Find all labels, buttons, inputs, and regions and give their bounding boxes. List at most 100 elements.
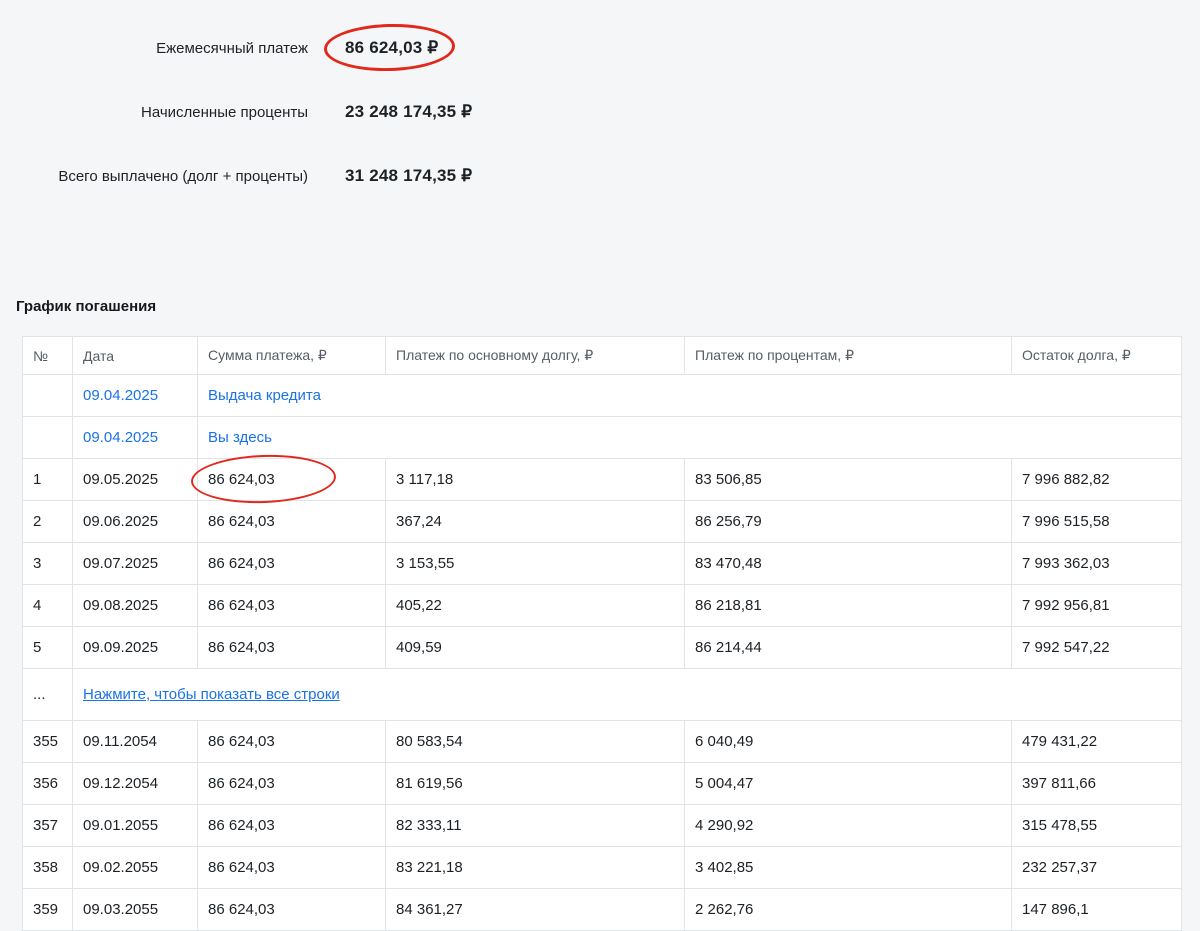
row-principal: 3 117,18 [385, 458, 685, 501]
summary-label-monthly-payment: Ежемесячный платеж [156, 39, 308, 57]
row-number: 5 [22, 626, 73, 669]
column-header-date: Дата [72, 336, 198, 375]
row-date: 09.01.2055 [72, 804, 198, 847]
row-date: 09.06.2025 [72, 500, 198, 543]
row-payment: 86 624,03 [197, 720, 386, 763]
expand-link-cell: Нажмите, чтобы показать все строки [72, 668, 1182, 721]
row-principal: 82 333,11 [385, 804, 685, 847]
annotated-value-wrap: 86 624,03 ₽ [323, 22, 456, 73]
row-interest: 83 470,48 [684, 542, 1012, 585]
row-balance: 7 992 547,22 [1011, 626, 1182, 669]
row-interest: 86 214,44 [684, 626, 1012, 669]
schedule-body: 09.04.2025 Выдача кредита 09.04.2025 Вы зде… [22, 374, 1182, 931]
schedule-row: 356 09.12.2054 86 624,03 81 619,56 5 004,47 3… [22, 762, 1182, 805]
row-principal: 367,24 [385, 500, 685, 543]
summary-value-total-paid-cell: 31 248 174,35 ₽ [345, 166, 1181, 186]
row-balance: 147 896,1 [1011, 888, 1182, 931]
annotated-value-wrap: 86 624,03 [190, 452, 337, 506]
row-payment: 86 624,03 [197, 584, 386, 627]
schedule-row: 4 09.08.2025 86 624,03 405,22 86 218,81 7 992… [22, 584, 1182, 627]
column-header-balance: Остаток долга, ₽ [1011, 336, 1182, 375]
row-number: 356 [22, 762, 73, 805]
row-principal: 409,59 [385, 626, 685, 669]
schedule-row: 5 09.09.2025 86 624,03 409,59 86 214,44 7 992… [22, 626, 1182, 669]
show-all-rows-link[interactable]: Нажмите, чтобы показать все строки [83, 686, 340, 703]
row-balance: 232 257,37 [1011, 846, 1182, 889]
schedule-row: 355 09.11.2054 86 624,03 80 583,54 6 040,49 4… [22, 720, 1182, 763]
row-balance: 7 996 515,58 [1011, 500, 1182, 543]
summary-value-accrued-interest-cell: 23 248 174,35 ₽ [345, 102, 1181, 122]
summary-section: Ежемесячный платеж 86 624,03 ₽ Начисленн… [15, 16, 1181, 208]
date-link[interactable]: 09.04.2025 [83, 387, 158, 404]
row-principal: 84 361,27 [385, 888, 685, 931]
row-number: 357 [22, 804, 73, 847]
column-header-number: № [22, 336, 73, 375]
row-number [22, 416, 73, 459]
expand-ellipsis: ... [22, 668, 73, 721]
row-payment: 86 624,03 [197, 804, 386, 847]
row-date: 09.03.2055 [72, 888, 198, 931]
row-interest: 86 256,79 [684, 500, 1012, 543]
row-balance: 479 431,22 [1011, 720, 1182, 763]
special-label-cell: Выдача кредита [197, 374, 1182, 417]
row-balance: 7 996 882,82 [1011, 458, 1182, 501]
row-date: 09.12.2054 [72, 762, 198, 805]
summary-value-accrued-interest: 23 248 174,35 ₽ [345, 102, 473, 121]
row-payment: 86 624,03 [197, 542, 386, 585]
schedule-row: 2 09.06.2025 86 624,03 367,24 86 256,79 7 996… [22, 500, 1182, 543]
row-date: 09.07.2025 [72, 542, 198, 585]
row-payment: 86 624,03 [197, 888, 386, 931]
row-interest: 3 402,85 [684, 846, 1012, 889]
summary-value-monthly-payment-cell: 86 624,03 ₽ [323, 22, 1181, 73]
schedule-row: 1 09.05.2025 86 624,03 3 117,18 83 506,85 7 9… [22, 452, 1182, 506]
row-principal: 3 153,55 [385, 542, 685, 585]
row-principal: 81 619,56 [385, 762, 685, 805]
row-date: 09.11.2054 [72, 720, 198, 763]
date-link[interactable]: 09.04.2025 [83, 429, 158, 446]
expand-row: ... Нажмите, чтобы показать все строки [22, 668, 1182, 721]
row-number: 1 [22, 458, 73, 501]
schedule-title: График погашения [16, 298, 157, 315]
special-label-link[interactable]: Выдача кредита [208, 387, 321, 404]
row-interest: 2 262,76 [684, 888, 1012, 931]
row-interest: 4 290,92 [684, 804, 1012, 847]
column-header-principal: Платеж по основному долгу, ₽ [385, 336, 685, 375]
schedule-row: 357 09.01.2055 86 624,03 82 333,11 4 290,92 3… [22, 804, 1182, 847]
schedule-special-row: 09.04.2025 Выдача кредита [22, 374, 1182, 417]
row-interest: 6 040,49 [684, 720, 1012, 763]
row-principal: 83 221,18 [385, 846, 685, 889]
row-date-cell: 09.04.2025 [72, 374, 198, 417]
row-payment: 86 624,03 [197, 626, 386, 669]
row-payment: 86 624,03 [197, 846, 386, 889]
row-number [22, 374, 73, 417]
schedule-table: № Дата Сумма платежа, ₽ Платеж по основн… [22, 336, 1182, 931]
row-payment: 86 624,03 [190, 452, 386, 506]
row-payment-value: 86 624,03 [208, 471, 275, 488]
special-label-link[interactable]: Вы здесь [208, 429, 272, 446]
row-date-cell: 09.04.2025 [72, 416, 198, 459]
row-number: 2 [22, 500, 73, 543]
row-number: 4 [22, 584, 73, 627]
row-interest: 83 506,85 [684, 458, 1012, 501]
row-date: 09.09.2025 [72, 626, 198, 669]
row-balance: 315 478,55 [1011, 804, 1182, 847]
row-principal: 80 583,54 [385, 720, 685, 763]
summary-value-monthly-payment: 86 624,03 ₽ [345, 38, 439, 57]
row-number: 358 [22, 846, 73, 889]
schedule-row: 358 09.02.2055 86 624,03 83 221,18 3 402,85 2… [22, 846, 1182, 889]
loan-calculator-page: Ежемесячный платеж 86 624,03 ₽ Начисленн… [0, 0, 1200, 931]
summary-label-accrued-interest: Начисленные проценты [141, 103, 308, 121]
row-date: 09.08.2025 [72, 584, 198, 627]
summary-label-total-paid: Всего выплачено (долг + проценты) [58, 167, 308, 185]
row-date: 09.05.2025 [72, 458, 198, 501]
column-header-payment: Сумма платежа, ₽ [197, 336, 386, 375]
row-balance: 397 811,66 [1011, 762, 1182, 805]
row-payment: 86 624,03 [197, 500, 386, 543]
row-principal: 405,22 [385, 584, 685, 627]
row-balance: 7 993 362,03 [1011, 542, 1182, 585]
row-interest: 86 218,81 [684, 584, 1012, 627]
schedule-row: 3 09.07.2025 86 624,03 3 153,55 83 470,48 7 9… [22, 542, 1182, 585]
row-interest: 5 004,47 [684, 762, 1012, 805]
row-balance: 7 992 956,81 [1011, 584, 1182, 627]
summary-value-total-paid: 31 248 174,35 ₽ [345, 166, 473, 185]
